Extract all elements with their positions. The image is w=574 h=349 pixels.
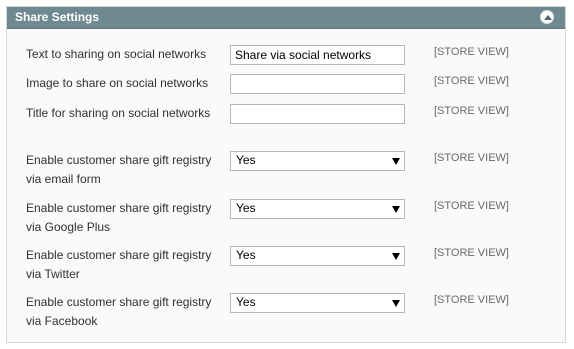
share-title-input[interactable]	[230, 104, 405, 124]
field-label: Enable customer share gift registry via …	[26, 295, 212, 328]
field-label: Text to sharing on social networks	[26, 47, 207, 61]
field-label: Title for sharing on social networks	[26, 106, 211, 120]
share-settings-panel: Share Settings Text to sharing on social…	[6, 6, 566, 343]
share-facebook-select[interactable]: Yes	[230, 293, 405, 313]
scope-label: [STORE VIEW]	[434, 200, 509, 212]
field-label: Enable customer share gift registry via …	[26, 248, 212, 281]
select-value: Yes	[236, 201, 256, 215]
share-text-input[interactable]	[230, 45, 405, 65]
scope-label: [STORE VIEW]	[434, 105, 509, 117]
share-twitter-select[interactable]: Yes	[230, 246, 405, 266]
scope-label: [STORE VIEW]	[434, 247, 509, 259]
field-label: Image to share on social networks	[26, 76, 209, 90]
scope-label: [STORE VIEW]	[434, 294, 509, 306]
select-value: Yes	[236, 248, 256, 262]
scope-label: [STORE VIEW]	[434, 152, 509, 164]
dropdown-arrow-icon	[392, 158, 400, 165]
share-image-input[interactable]	[230, 74, 405, 94]
share-google-plus-select[interactable]: Yes	[230, 199, 405, 219]
share-email-select[interactable]: Yes	[230, 151, 405, 171]
select-value: Yes	[236, 153, 256, 167]
dropdown-arrow-icon	[392, 206, 400, 213]
section-title: Share Settings	[15, 10, 100, 24]
field-label: Enable customer share gift registry via …	[26, 201, 212, 234]
collapse-button[interactable]	[540, 10, 554, 24]
dropdown-arrow-icon	[392, 253, 400, 260]
select-value: Yes	[236, 295, 256, 309]
field-label: Enable customer share gift registry via …	[26, 153, 212, 186]
section-header[interactable]: Share Settings	[7, 7, 565, 29]
chevron-up-icon	[544, 15, 552, 20]
scope-label: [STORE VIEW]	[434, 75, 509, 87]
scope-label: [STORE VIEW]	[434, 46, 509, 58]
dropdown-arrow-icon	[392, 300, 400, 307]
